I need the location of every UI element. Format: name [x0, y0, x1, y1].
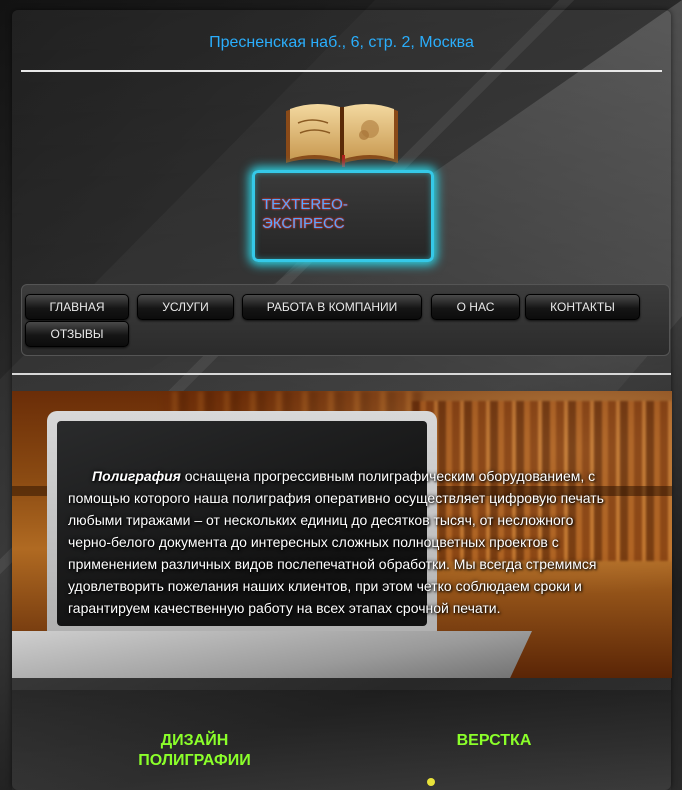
logo-name: TEXTEREO- ЭКСПРЕСС	[262, 195, 422, 233]
hero-description: Полиграфия оснащена прогрессивным полигр…	[68, 465, 608, 619]
book-logo-icon[interactable]	[282, 97, 402, 167]
logo-name-line2: ЭКСПРЕСС	[262, 215, 345, 232]
nav-contacts[interactable]: КОНТАКТЫ	[525, 294, 640, 320]
service-design-title[interactable]: ДИЗАЙН ПОЛИГРАФИИ	[122, 731, 267, 771]
logo-name-line1: TEXTEREO-	[262, 196, 348, 213]
section-divider	[12, 373, 671, 375]
nav-services[interactable]: УСЛУГИ	[137, 294, 234, 320]
nav-careers[interactable]: РАБОТА В КОМПАНИИ	[242, 294, 422, 320]
header-divider	[21, 70, 662, 72]
service-icon	[427, 778, 435, 786]
hero-text: оснащена прогрессивным полиграфическим о…	[68, 468, 604, 616]
hero-banner: Полиграфия оснащена прогрессивным полигр…	[12, 391, 672, 678]
service-layout-title[interactable]: ВЕРСТКА	[432, 731, 556, 751]
nav-home[interactable]: ГЛАВНАЯ	[25, 294, 129, 320]
page-container: Пресненская наб., 6, стр. 2, Москва TEXT…	[12, 10, 672, 790]
logo-button[interactable]: TEXTEREO- ЭКСПРЕСС	[252, 170, 434, 262]
service-design-line2: ПОЛИГРАФИИ	[138, 752, 251, 769]
laptop-base	[12, 631, 532, 678]
services-section	[12, 690, 671, 790]
hero-lead-bold: Полиграфия	[92, 468, 181, 484]
service-design-line1: ДИЗАЙН	[160, 732, 229, 749]
header-address: Пресненская наб., 6, стр. 2, Москва	[209, 34, 474, 51]
main-navigation: ГЛАВНАЯ УСЛУГИ РАБОТА В КОМПАНИИ О НАС К…	[21, 284, 670, 356]
service-layout-line1: ВЕРСТКА	[456, 732, 532, 749]
nav-about[interactable]: О НАС	[431, 294, 520, 320]
nav-reviews[interactable]: ОТЗЫВЫ	[25, 321, 129, 347]
